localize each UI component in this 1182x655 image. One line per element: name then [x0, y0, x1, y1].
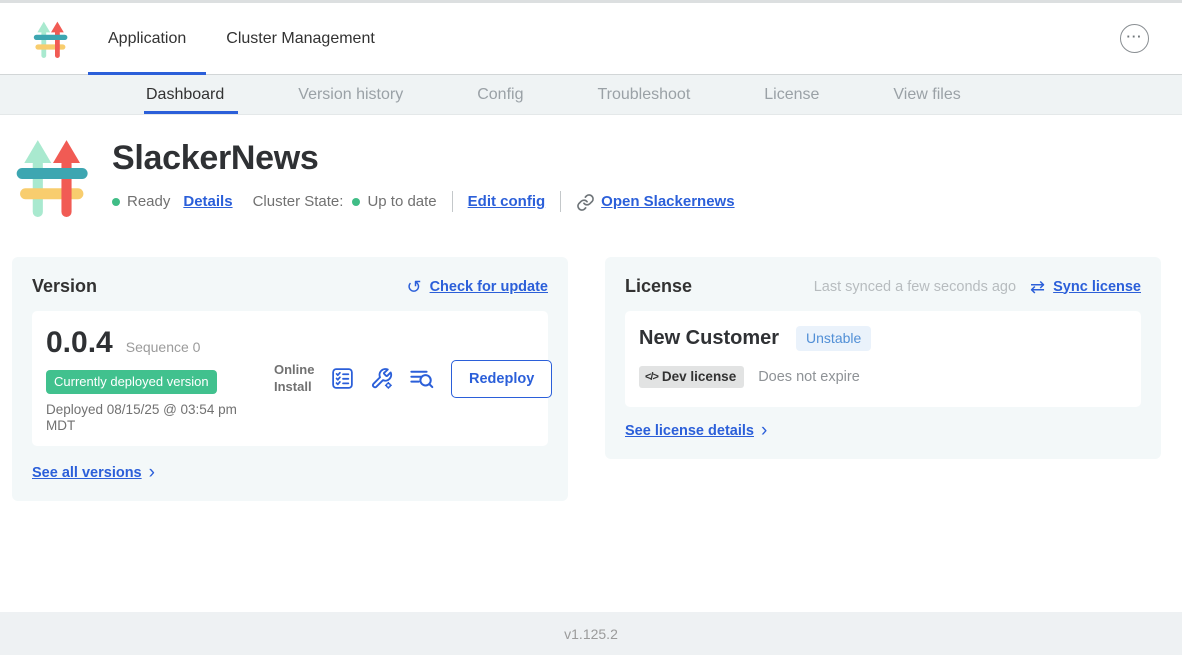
tab-application-label: Application	[108, 30, 186, 48]
subtab-license-label: License	[764, 86, 819, 104]
subtab-config[interactable]: Config	[477, 75, 523, 114]
divider	[560, 191, 561, 212]
subtab-config-label: Config	[477, 86, 523, 104]
page-title: SlackerNews	[112, 139, 735, 178]
code-icon: </>	[645, 371, 658, 383]
subtab-view-files-label: View files	[893, 86, 960, 104]
current-version-panel: 0.0.4 Sequence 0 Currently deployed vers…	[32, 311, 548, 446]
deployed-timestamp: Deployed 08/15/25 @ 03:54 pm MDT	[46, 402, 261, 433]
top-navbar: Application Cluster Management ···	[0, 3, 1182, 75]
version-number: 0.0.4	[46, 326, 113, 360]
deploy-logs-icon[interactable]	[408, 365, 435, 392]
version-card-title: Version	[32, 276, 97, 297]
subtab-troubleshoot[interactable]: Troubleshoot	[597, 75, 690, 114]
tab-cluster-management[interactable]: Cluster Management	[206, 3, 395, 74]
chevron-right-icon: ›	[761, 421, 767, 440]
chevron-right-icon: ›	[149, 463, 155, 482]
app-status-row: Ready Details Cluster State: Up to date …	[112, 191, 735, 212]
dashboard-cards: Version ↺ Check for update 0.0.4 Sequenc…	[12, 257, 1170, 501]
subtab-troubleshoot-label: Troubleshoot	[597, 86, 690, 104]
cluster-state-value: Up to date	[367, 193, 436, 210]
tab-application[interactable]: Application	[88, 3, 206, 74]
customer-name: New Customer	[639, 327, 779, 350]
license-type-label: Dev license	[662, 369, 736, 384]
subtab-version-history[interactable]: Version history	[298, 75, 403, 114]
app-sub-navbar: Dashboard Version history Config Trouble…	[0, 75, 1182, 115]
check-for-update-link[interactable]: Check for update	[430, 279, 548, 295]
last-synced-text: Last synced a few seconds ago	[814, 279, 1016, 295]
license-card: License Last synced a few seconds ago ⇄ …	[605, 257, 1161, 459]
cluster-state-label: Cluster State:	[253, 193, 344, 210]
app-header: SlackerNews Ready Details Cluster State:…	[0, 115, 1182, 223]
sync-license-link[interactable]: Sync license	[1053, 279, 1141, 295]
redeploy-button[interactable]: Redeploy	[451, 360, 552, 398]
license-card-title: License	[625, 276, 692, 297]
subtab-version-history-label: Version history	[298, 86, 403, 104]
subtab-dashboard[interactable]: Dashboard	[146, 75, 224, 114]
divider	[452, 191, 453, 212]
console-version: v1.125.2	[564, 626, 618, 642]
app-logo-large-icon	[15, 135, 91, 223]
config-wrench-icon[interactable]	[369, 366, 394, 391]
license-type-badge: </> Dev license	[639, 366, 744, 388]
license-summary-panel: New Customer Unstable </> Dev license Do…	[625, 311, 1141, 407]
channel-badge: Unstable	[796, 326, 871, 351]
subtab-license[interactable]: License	[764, 75, 819, 114]
console-footer: v1.125.2	[0, 612, 1182, 655]
see-license-details-link[interactable]: See license details	[625, 423, 754, 439]
preflight-checks-icon[interactable]	[330, 366, 355, 391]
top-nav-tabs: Application Cluster Management	[88, 3, 395, 74]
version-card: Version ↺ Check for update 0.0.4 Sequenc…	[12, 257, 568, 501]
status-dot-ready	[112, 198, 120, 206]
see-all-versions-link[interactable]: See all versions	[32, 465, 142, 481]
details-link[interactable]: Details	[183, 193, 232, 210]
chain-link-icon	[576, 193, 595, 212]
license-expiry-text: Does not expire	[758, 369, 860, 385]
status-dot-cluster	[352, 198, 360, 206]
sync-icon: ⇄	[1030, 278, 1045, 296]
tab-cluster-management-label: Cluster Management	[226, 30, 375, 48]
open-app-link[interactable]: Open Slackernews	[601, 193, 734, 210]
install-type-label: Online Install	[274, 362, 318, 396]
subtab-view-files[interactable]: View files	[893, 75, 960, 114]
refresh-icon: ↺	[406, 278, 421, 296]
edit-config-link[interactable]: Edit config	[468, 193, 546, 210]
ellipsis-icon: ···	[1127, 29, 1143, 44]
app-logo-icon	[33, 20, 69, 60]
app-status-text: Ready	[127, 193, 170, 210]
version-sequence: Sequence 0	[126, 339, 201, 355]
overflow-menu-button[interactable]: ···	[1120, 24, 1149, 53]
currently-deployed-badge: Currently deployed version	[46, 370, 217, 394]
subtab-dashboard-label: Dashboard	[146, 86, 224, 104]
